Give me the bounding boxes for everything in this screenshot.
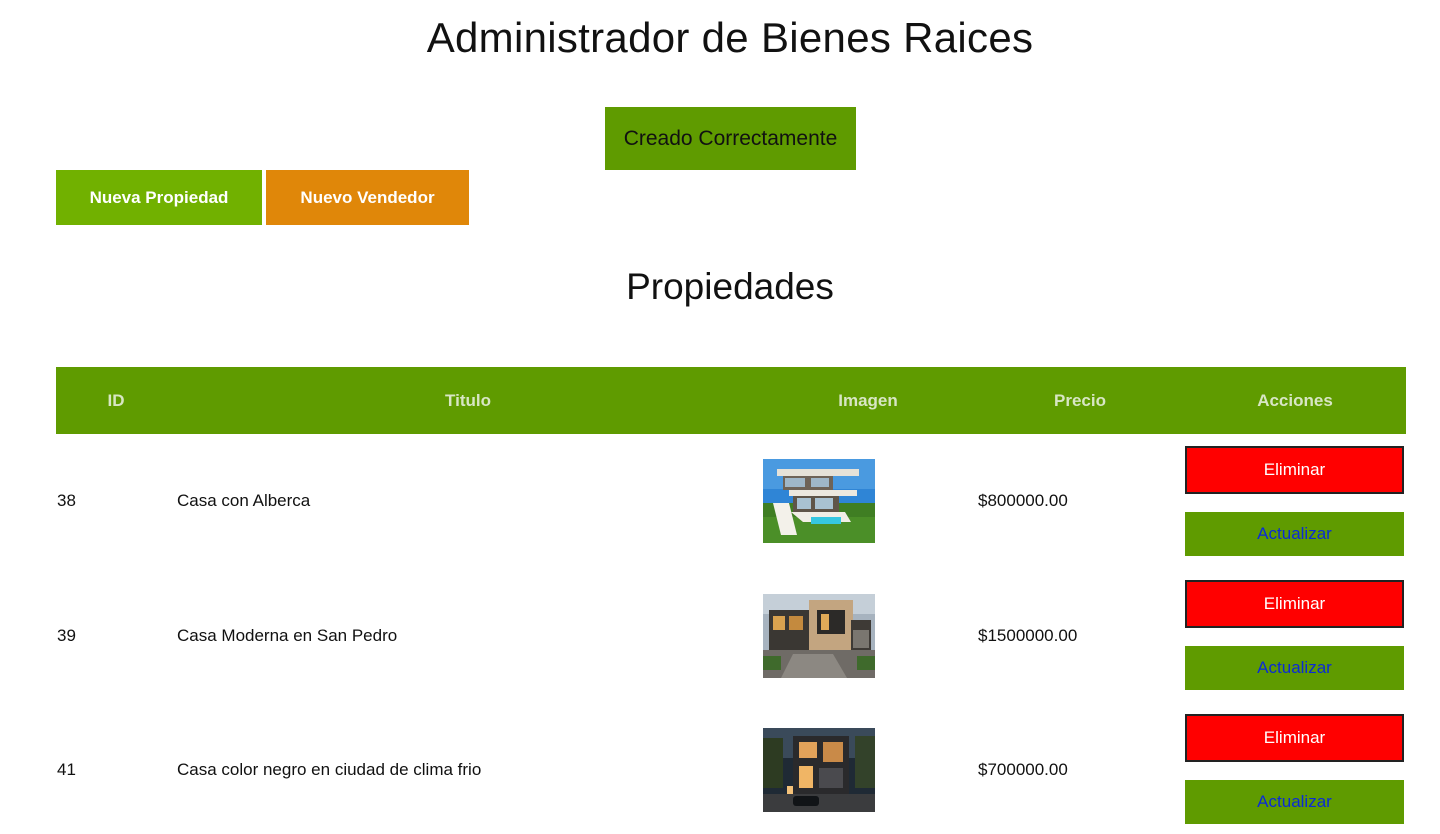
property-image [763, 594, 875, 678]
delete-button[interactable]: Eliminar [1185, 714, 1404, 762]
row-id: 38 [57, 491, 76, 510]
update-button[interactable]: Actualizar [1185, 780, 1404, 824]
column-header-price: Precio [1054, 391, 1106, 410]
row-title: Casa color negro en ciudad de clima frio [177, 760, 482, 779]
column-header-title: Titulo [445, 391, 491, 410]
update-button[interactable]: Actualizar [1185, 512, 1404, 556]
row-title: Casa con Alberca [177, 491, 311, 510]
success-alert: Creado Correctamente [605, 107, 856, 170]
table-row: 41 Casa color negro en ciudad de clima f… [56, 714, 1406, 826]
column-header-actions: Acciones [1257, 391, 1333, 410]
property-image [763, 459, 875, 543]
new-property-button[interactable]: Nueva Propiedad [56, 170, 262, 225]
column-header-image: Imagen [838, 391, 898, 410]
row-id: 39 [57, 626, 76, 645]
new-seller-button[interactable]: Nuevo Vendedor [266, 170, 469, 225]
delete-button[interactable]: Eliminar [1185, 446, 1404, 494]
table-row: 39 Casa Moderna en San Pedro $1500000.00… [56, 580, 1406, 692]
property-image [763, 728, 875, 812]
section-title: Propiedades [626, 266, 834, 307]
row-id: 41 [57, 760, 76, 779]
table-row: 38 Casa con Alberca $800000.00 Eliminar … [56, 446, 1406, 558]
page-title: Administrador de Bienes Raices [426, 14, 1034, 61]
page: Administrador de Bienes Raices Creado Co… [0, 0, 1440, 834]
row-price: $1500000.00 [978, 626, 1078, 645]
row-price: $800000.00 [978, 491, 1068, 510]
column-header-id: ID [107, 391, 125, 410]
table-header: ID Titulo Imagen Precio Acciones [56, 367, 1406, 434]
row-title: Casa Moderna en San Pedro [177, 626, 398, 645]
delete-button[interactable]: Eliminar [1185, 580, 1404, 628]
row-price: $700000.00 [978, 760, 1068, 779]
update-button[interactable]: Actualizar [1185, 646, 1404, 690]
